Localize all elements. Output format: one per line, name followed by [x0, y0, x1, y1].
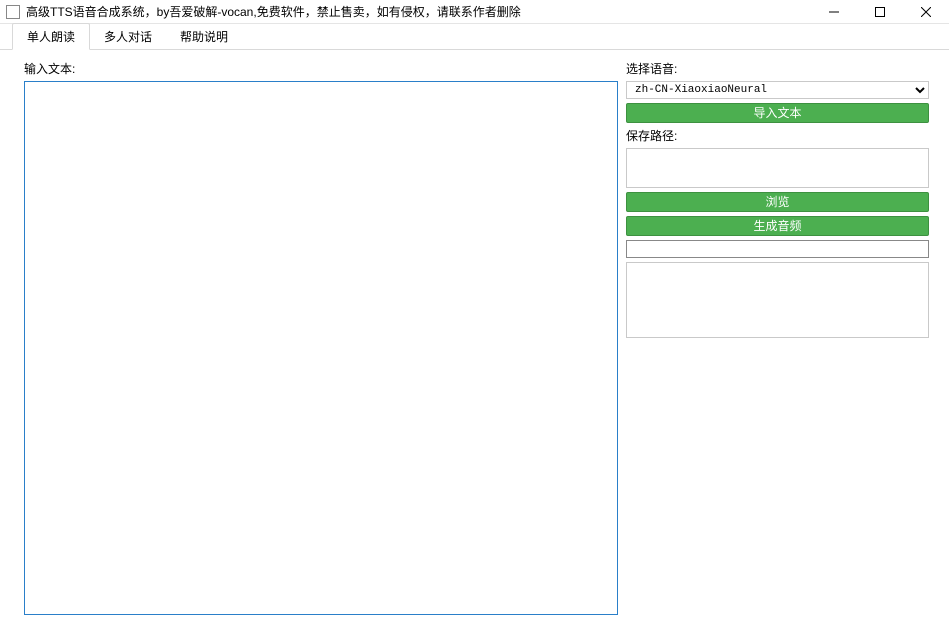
- tabs: 单人朗读 多人对话 帮助说明: [0, 24, 949, 50]
- maximize-icon: [875, 7, 885, 17]
- input-text-label: 输入文本:: [24, 60, 618, 77]
- close-icon: [921, 7, 931, 17]
- save-path-input[interactable]: [626, 148, 929, 188]
- log-output[interactable]: [626, 262, 929, 338]
- content-area: 输入文本: 选择语音: zh-CN-XiaoxiaoNeural 导入文本 保存…: [0, 50, 949, 625]
- browse-button[interactable]: 浏览: [626, 192, 929, 212]
- import-text-button[interactable]: 导入文本: [626, 103, 929, 123]
- window-title: 高级TTS语音合成系统，by吾爱破解-vocan,免费软件，禁止售卖，如有侵权，…: [26, 3, 811, 20]
- tab-help[interactable]: 帮助说明: [166, 24, 242, 49]
- titlebar: 高级TTS语音合成系统，by吾爱破解-vocan,免费软件，禁止售卖，如有侵权，…: [0, 0, 949, 24]
- voice-select-label: 选择语音:: [626, 60, 929, 77]
- right-column: 选择语音: zh-CN-XiaoxiaoNeural 导入文本 保存路径: 浏览…: [626, 60, 929, 615]
- voice-select[interactable]: zh-CN-XiaoxiaoNeural: [626, 81, 929, 99]
- tab-multi-dialog[interactable]: 多人对话: [90, 24, 166, 49]
- generate-audio-button[interactable]: 生成音频: [626, 216, 929, 236]
- minimize-button[interactable]: [811, 0, 857, 24]
- status-field[interactable]: [626, 240, 929, 258]
- minimize-icon: [829, 7, 839, 17]
- left-column: 输入文本:: [24, 60, 618, 615]
- close-button[interactable]: [903, 0, 949, 24]
- input-text-area[interactable]: [24, 81, 618, 615]
- app-icon: [6, 5, 20, 19]
- maximize-button[interactable]: [857, 0, 903, 24]
- window-controls: [811, 0, 949, 23]
- tab-single-read[interactable]: 单人朗读: [12, 23, 90, 50]
- save-path-label: 保存路径:: [626, 127, 929, 144]
